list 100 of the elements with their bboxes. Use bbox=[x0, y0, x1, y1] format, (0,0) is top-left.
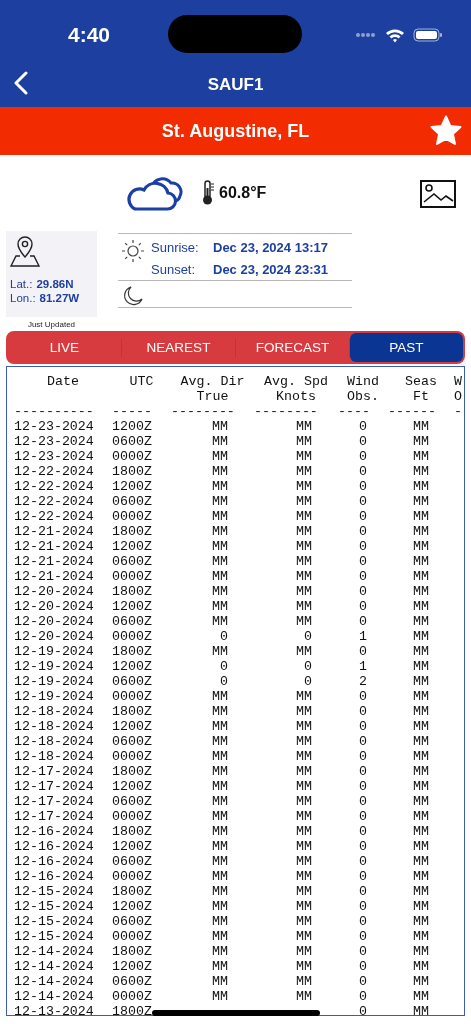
table-cell-text: 12-23-2024 bbox=[14, 449, 95, 464]
table-cell-text: MM bbox=[412, 419, 430, 434]
table-cell-text: 1200Z bbox=[112, 899, 153, 914]
table-cell-text: MM bbox=[211, 989, 229, 1004]
table-cell-text: MM bbox=[412, 944, 430, 959]
table-cell-text: 0 bbox=[358, 554, 368, 569]
table-cell-text: MM bbox=[295, 974, 313, 989]
table-cell-text: 0600Z bbox=[112, 854, 153, 869]
table-cell-text: 0 bbox=[358, 569, 368, 584]
table-cell-text: MM bbox=[211, 584, 229, 599]
moon-icon bbox=[122, 285, 144, 307]
table-cell-text: MM bbox=[412, 839, 430, 854]
table-cell-text: MM bbox=[295, 554, 313, 569]
table-cell-text: 1800Z bbox=[112, 884, 153, 899]
table-cell-text: 1800Z bbox=[112, 524, 153, 539]
table-cell-text: 12-20-2024 bbox=[14, 629, 95, 644]
table-cell-text: MM bbox=[295, 644, 313, 659]
table-cell-text: MM bbox=[211, 644, 229, 659]
header-underline: -------- bbox=[171, 404, 236, 419]
table-cell-text: MM bbox=[211, 704, 229, 719]
table-cell-text: MM bbox=[295, 434, 313, 449]
table-cell-text: MM bbox=[412, 899, 430, 914]
table-cell-text: MM bbox=[412, 689, 430, 704]
table-cell-text: 12-16-2024 bbox=[14, 854, 95, 869]
table-cell-text: MM bbox=[295, 959, 313, 974]
table-cell-text: MM bbox=[295, 989, 313, 1004]
table-cell-text: MM bbox=[211, 929, 229, 944]
star-icon[interactable] bbox=[430, 115, 462, 146]
table-cell-text: MM bbox=[295, 464, 313, 479]
table-cell-text: 0600Z bbox=[112, 914, 153, 929]
table-cell-text: MM bbox=[412, 929, 430, 944]
tab[interactable]: NEAREST bbox=[122, 333, 235, 362]
table-cell-text: 0 bbox=[358, 1004, 368, 1015]
table-cell-text: 0600Z bbox=[112, 554, 153, 569]
table-cell-text: MM bbox=[295, 764, 313, 779]
table-cell-text: 0 bbox=[358, 419, 368, 434]
table-cell-text: MM bbox=[295, 944, 313, 959]
table-cell-text: MM bbox=[412, 524, 430, 539]
table-cell-text: MM bbox=[412, 974, 430, 989]
table-cell-text: 0 bbox=[358, 899, 368, 914]
table-cell-text: MM bbox=[295, 824, 313, 839]
table-cell-text: MM bbox=[295, 899, 313, 914]
table-cell-text: 12-19-2024 bbox=[14, 674, 95, 689]
column-header: Wind Obs. bbox=[346, 374, 380, 404]
table-cell-text: MM bbox=[211, 884, 229, 899]
table-cell-text: 1200Z bbox=[112, 719, 153, 734]
table-cell-text: 0000Z bbox=[112, 569, 153, 584]
table-cell-text: MM bbox=[412, 914, 430, 929]
table-cell-text: MM bbox=[295, 809, 313, 824]
table-cell-text: 12-17-2024 bbox=[14, 764, 95, 779]
table-cell-text: 1800Z bbox=[112, 824, 153, 839]
table-cell-text: 0 bbox=[303, 629, 313, 644]
table-cell-text: MM bbox=[295, 689, 313, 704]
table-cell-text: 12-16-2024 bbox=[14, 824, 95, 839]
table-cell-text: 0 bbox=[358, 584, 368, 599]
table-cell-text: 0600Z bbox=[112, 674, 153, 689]
image-icon[interactable] bbox=[420, 180, 456, 208]
table-cell-text: 0600Z bbox=[112, 434, 153, 449]
table-cell-text: 0 bbox=[358, 869, 368, 884]
table-cell-text: 1 bbox=[358, 629, 368, 644]
table-cell-text: MM bbox=[295, 929, 313, 944]
coordinate-value: 81.27W bbox=[39, 292, 80, 304]
signal-icon bbox=[355, 32, 377, 38]
table-cell-text: 1800Z bbox=[112, 944, 153, 959]
table-cell-text: MM bbox=[295, 914, 313, 929]
header-underline: -------- bbox=[254, 404, 319, 419]
table-cell-text: 0 bbox=[358, 464, 368, 479]
table-cell-text: 12-20-2024 bbox=[14, 614, 95, 629]
table-cell-text: 0000Z bbox=[112, 449, 153, 464]
table-cell-text: 0 bbox=[358, 689, 368, 704]
table-cell-text: MM bbox=[412, 599, 430, 614]
table-cell-text: 12-15-2024 bbox=[14, 914, 95, 929]
tab[interactable]: PAST bbox=[350, 333, 463, 362]
table-cell-text: 12-19-2024 bbox=[14, 659, 95, 674]
tab[interactable]: FORECAST bbox=[236, 333, 349, 362]
table-cell-text: 0 bbox=[358, 449, 368, 464]
table-cell-text: 0 bbox=[358, 929, 368, 944]
table-cell-text: 12-21-2024 bbox=[14, 569, 95, 584]
table-cell-text: 12-16-2024 bbox=[14, 839, 95, 854]
table-cell-text: MM bbox=[412, 584, 430, 599]
column-header: Avg. Spd Knots bbox=[263, 374, 329, 404]
table-cell-text: MM bbox=[295, 719, 313, 734]
table-cell-text: MM bbox=[211, 719, 229, 734]
tab[interactable]: LIVE bbox=[8, 333, 121, 362]
table-cell-text: 1800Z bbox=[112, 584, 153, 599]
table-cell-text: MM bbox=[412, 629, 430, 644]
table-cell-text: 0 bbox=[358, 644, 368, 659]
table-cell-text: MM bbox=[295, 419, 313, 434]
table-cell-text: 12-15-2024 bbox=[14, 884, 95, 899]
table-cell-text: 0 bbox=[358, 524, 368, 539]
table-cell-text: 0600Z bbox=[112, 494, 153, 509]
header-underline: ----- bbox=[112, 404, 153, 419]
table-cell-text: 12-21-2024 bbox=[14, 554, 95, 569]
table-cell-text: 1200Z bbox=[112, 839, 153, 854]
back-icon[interactable] bbox=[14, 71, 28, 95]
header-underline: ---------- bbox=[14, 404, 95, 419]
table-cell-text: 12-18-2024 bbox=[14, 704, 95, 719]
table-cell-text: MM bbox=[412, 479, 430, 494]
table-cell-text: MM bbox=[211, 524, 229, 539]
table-cell-text: 0600Z bbox=[112, 734, 153, 749]
